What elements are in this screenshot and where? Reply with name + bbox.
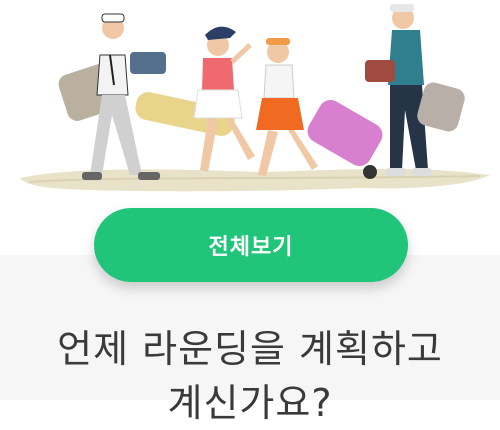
planning-question-line-2: 계신가요? [167,381,333,425]
planning-question: 언제 라운딩을 계획하고 계신가요? [0,322,500,430]
golfer-3 [256,38,318,176]
planning-question-line-1: 언제 라운딩을 계획하고 [57,327,443,371]
view-all-label: 전체보기 [208,235,294,260]
golfer-4 [365,4,465,176]
golfer-2 [193,26,255,172]
view-all-button[interactable]: 전체보기 [94,208,408,282]
pink-golf-bag [307,99,383,167]
golfers-illustration [0,0,500,205]
golfers-illustration-svg [20,4,490,192]
